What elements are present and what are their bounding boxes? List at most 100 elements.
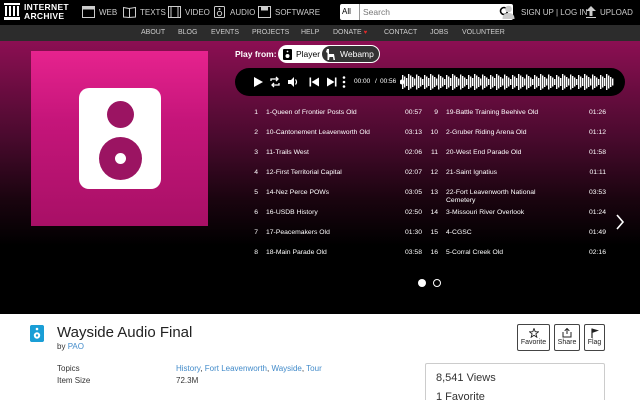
media-link-software[interactable]: SOFTWARE bbox=[258, 6, 320, 18]
top-navigation-bar: INTERNET ARCHIVE WEB TEXTS VIDEO AUDIO S… bbox=[0, 0, 640, 25]
track-number: 3 bbox=[254, 149, 258, 156]
media-theatre: Play from: Player Webamp 00:00 / 00:56 1… bbox=[0, 41, 640, 314]
audio-player-bar: 00:00 / 00:56 bbox=[235, 68, 625, 96]
waveform-bar bbox=[494, 78, 496, 86]
track-item[interactable]: 15 4-CGSC 01:49 bbox=[426, 229, 606, 247]
track-item[interactable]: 13 22-Fort Leavenworth National Cemetery 0… bbox=[426, 189, 606, 207]
waveform-bar bbox=[484, 76, 486, 88]
waveform-bar bbox=[576, 79, 578, 85]
waveform-bar bbox=[532, 79, 534, 85]
more-options-icon[interactable] bbox=[341, 76, 347, 88]
nav-about[interactable]: ABOUT bbox=[141, 29, 165, 36]
waveform-bar bbox=[448, 76, 450, 88]
carousel-dot-2[interactable] bbox=[433, 279, 441, 287]
waveform-bar bbox=[592, 74, 594, 90]
track-item[interactable]: 1 1-Queen of Frontier Posts Old 00:57 bbox=[246, 109, 422, 127]
upload-icon bbox=[586, 6, 596, 18]
repeat-icon[interactable] bbox=[269, 76, 281, 88]
favorite-button[interactable]: Favorite bbox=[517, 324, 550, 351]
sign-up-log-in-link[interactable]: SIGN UP | LOG IN bbox=[521, 8, 587, 17]
carousel-next-arrow-icon[interactable] bbox=[615, 214, 625, 230]
share-icon bbox=[562, 328, 572, 338]
track-item[interactable]: 6 16-USDB History 02:50 bbox=[246, 209, 422, 227]
waveform-bar bbox=[598, 79, 600, 85]
volume-icon[interactable] bbox=[287, 76, 299, 88]
track-item[interactable]: 11 20-West End Parade Old 01:58 bbox=[426, 149, 606, 167]
upload-link[interactable]: UPLOAD bbox=[586, 6, 633, 18]
track-item[interactable]: 8 18-Main Parade Old 03:58 bbox=[246, 249, 422, 267]
nav-donate[interactable]: DONATE ♥ bbox=[333, 29, 367, 36]
track-item[interactable]: 12 21-Saint Ignatius 01:11 bbox=[426, 169, 606, 187]
topic-link-wayside[interactable]: Wayside bbox=[271, 364, 301, 373]
waveform-bar bbox=[558, 76, 560, 88]
internet-archive-logo[interactable]: INTERNET ARCHIVE bbox=[4, 3, 69, 20]
webamp-mode-button[interactable]: Webamp bbox=[322, 46, 379, 62]
track-item[interactable]: 3 11-Trails West 02:06 bbox=[246, 149, 422, 167]
track-item[interactable]: 5 14-Nez Perce POWs 03:05 bbox=[246, 189, 422, 207]
waveform-bar bbox=[562, 74, 564, 90]
waveform-bar bbox=[432, 75, 434, 89]
carousel-dot-1[interactable] bbox=[418, 279, 426, 287]
seek-handle[interactable] bbox=[400, 79, 405, 85]
track-title: 22-Fort Leavenworth National Cemetery bbox=[446, 189, 536, 204]
nav-volunteer[interactable]: VOLUNTEER bbox=[462, 29, 505, 36]
film-icon bbox=[168, 6, 181, 18]
previous-track-icon[interactable] bbox=[308, 76, 320, 88]
waveform-bar bbox=[406, 78, 408, 86]
waveform-bar bbox=[538, 78, 540, 86]
play-icon[interactable] bbox=[252, 76, 264, 88]
nav-contact[interactable]: CONTACT bbox=[384, 29, 417, 36]
flag-button[interactable]: Flag bbox=[584, 324, 605, 351]
track-duration: 03:53 bbox=[588, 189, 606, 196]
media-link-video[interactable]: VIDEO bbox=[168, 6, 210, 18]
waveform-bar bbox=[408, 74, 410, 90]
topic-link-tour[interactable]: Tour bbox=[306, 364, 322, 373]
track-duration: 03:58 bbox=[404, 249, 422, 256]
logo-text-line2: ARCHIVE bbox=[24, 10, 65, 21]
track-item[interactable]: 7 17-Peacemakers Old 01:30 bbox=[246, 229, 422, 247]
search-input[interactable] bbox=[360, 4, 513, 20]
track-item[interactable]: 16 5-Corral Creek Old 02:16 bbox=[426, 249, 606, 267]
media-link-texts[interactable]: TEXTS bbox=[123, 6, 166, 18]
search-bar: All bbox=[340, 4, 513, 20]
waveform-bar bbox=[564, 75, 566, 89]
waveform-seekbar[interactable] bbox=[400, 72, 616, 92]
waveform-bar bbox=[490, 75, 492, 89]
track-number: 11 bbox=[430, 149, 438, 156]
nav-help[interactable]: HELP bbox=[301, 29, 319, 36]
author-link[interactable]: PAO bbox=[68, 342, 84, 351]
track-title: 4-CGSC bbox=[446, 229, 472, 236]
track-duration: 00:57 bbox=[404, 109, 422, 116]
waveform-bar bbox=[414, 78, 416, 86]
nav-donate-label: DONATE bbox=[333, 29, 362, 36]
track-item[interactable]: 2 10-Cantonement Leavenworth Old 03:13 bbox=[246, 129, 422, 147]
waveform-bar bbox=[610, 77, 612, 87]
player-mode-button[interactable]: Player bbox=[280, 47, 328, 61]
player-mode-toggle: Player Webamp bbox=[278, 45, 380, 63]
share-button[interactable]: Share bbox=[554, 324, 580, 351]
track-item[interactable]: 4 12-First Territorial Capital 02:07 bbox=[246, 169, 422, 187]
item-title: Wayside Audio Final bbox=[57, 324, 193, 341]
waveform-bar bbox=[446, 75, 448, 89]
media-link-audio[interactable]: AUDIO bbox=[213, 6, 255, 18]
nav-jobs[interactable]: JOBS bbox=[430, 29, 448, 36]
topic-link-history[interactable]: History bbox=[176, 364, 200, 373]
media-link-web[interactable]: WEB bbox=[82, 6, 117, 18]
account-area: SIGN UP | LOG IN bbox=[502, 5, 587, 19]
nav-events[interactable]: EVENTS bbox=[211, 29, 239, 36]
track-number: 7 bbox=[254, 229, 258, 236]
topic-link-fort-leavenworth[interactable]: Fort Leavenworth bbox=[205, 364, 267, 373]
next-track-icon[interactable] bbox=[326, 76, 338, 88]
waveform-bar bbox=[500, 77, 502, 87]
track-item[interactable]: 14 3-Missouri River Overlook 01:24 bbox=[426, 209, 606, 227]
track-title: 21-Saint Ignatius bbox=[446, 169, 498, 176]
waveform-bar bbox=[458, 78, 460, 86]
user-icon bbox=[502, 5, 515, 19]
waveform-bar bbox=[524, 78, 526, 86]
search-scope-select[interactable]: All bbox=[340, 4, 360, 20]
secondary-navigation: ABOUT BLOG EVENTS PROJECTS HELP DONATE ♥ … bbox=[0, 25, 640, 41]
nav-projects[interactable]: PROJECTS bbox=[252, 29, 289, 36]
nav-blog[interactable]: BLOG bbox=[178, 29, 197, 36]
track-item[interactable]: 10 2-Gruber Riding Arena Old 01:12 bbox=[426, 129, 606, 147]
track-item[interactable]: 9 19-Battle Training Beehive Old 01:26 bbox=[426, 109, 606, 127]
